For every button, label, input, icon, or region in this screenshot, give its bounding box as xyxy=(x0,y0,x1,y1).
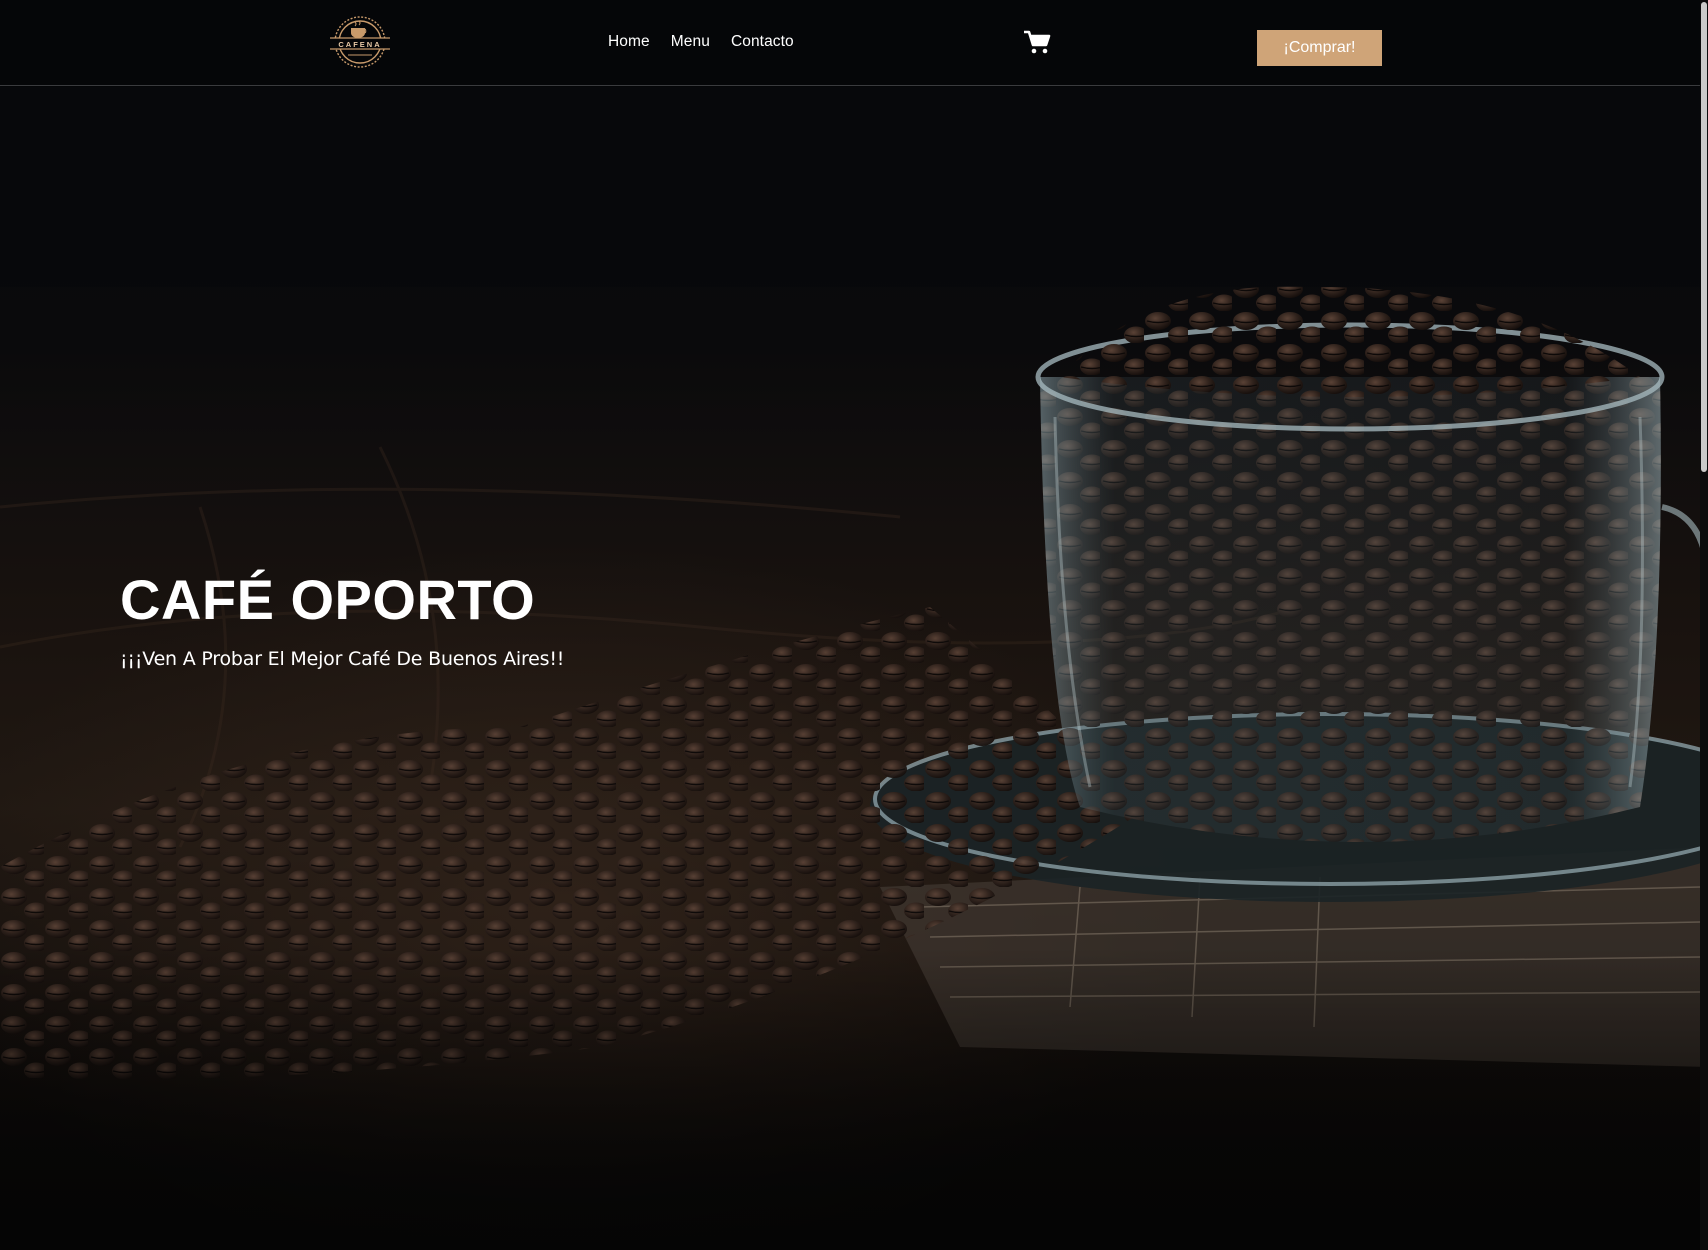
main-nav: Home Menu Contacto xyxy=(608,33,794,51)
top-navbar: CAFENA Home Menu Contacto ¡Comprar! xyxy=(0,0,1708,86)
scrollbar-thumb[interactable] xyxy=(1701,2,1707,472)
hero-section: CAFÉ OPORTO ¡¡¡Ven A Probar El Mejor Caf… xyxy=(0,87,1708,1250)
nav-link-menu[interactable]: Menu xyxy=(671,33,710,51)
cafena-logo[interactable]: CAFENA xyxy=(324,12,396,72)
logo-badge-icon: CAFENA xyxy=(330,16,390,68)
hero-subtitle: ¡¡¡Ven A Probar El Mejor Café De Buenos … xyxy=(120,648,565,670)
buy-button[interactable]: ¡Comprar! xyxy=(1257,30,1382,66)
shopping-cart-icon[interactable] xyxy=(1023,30,1051,55)
landing-page: CAFENA Home Menu Contacto ¡Comprar! CAFÉ… xyxy=(0,0,1708,1250)
nav-link-contacto[interactable]: Contacto xyxy=(731,33,794,51)
nav-link-home[interactable]: Home xyxy=(608,33,650,51)
hero-title: CAFÉ OPORTO xyxy=(120,568,536,631)
logo-text: CAFENA xyxy=(338,40,381,49)
page-scrollbar[interactable] xyxy=(1700,0,1708,1250)
